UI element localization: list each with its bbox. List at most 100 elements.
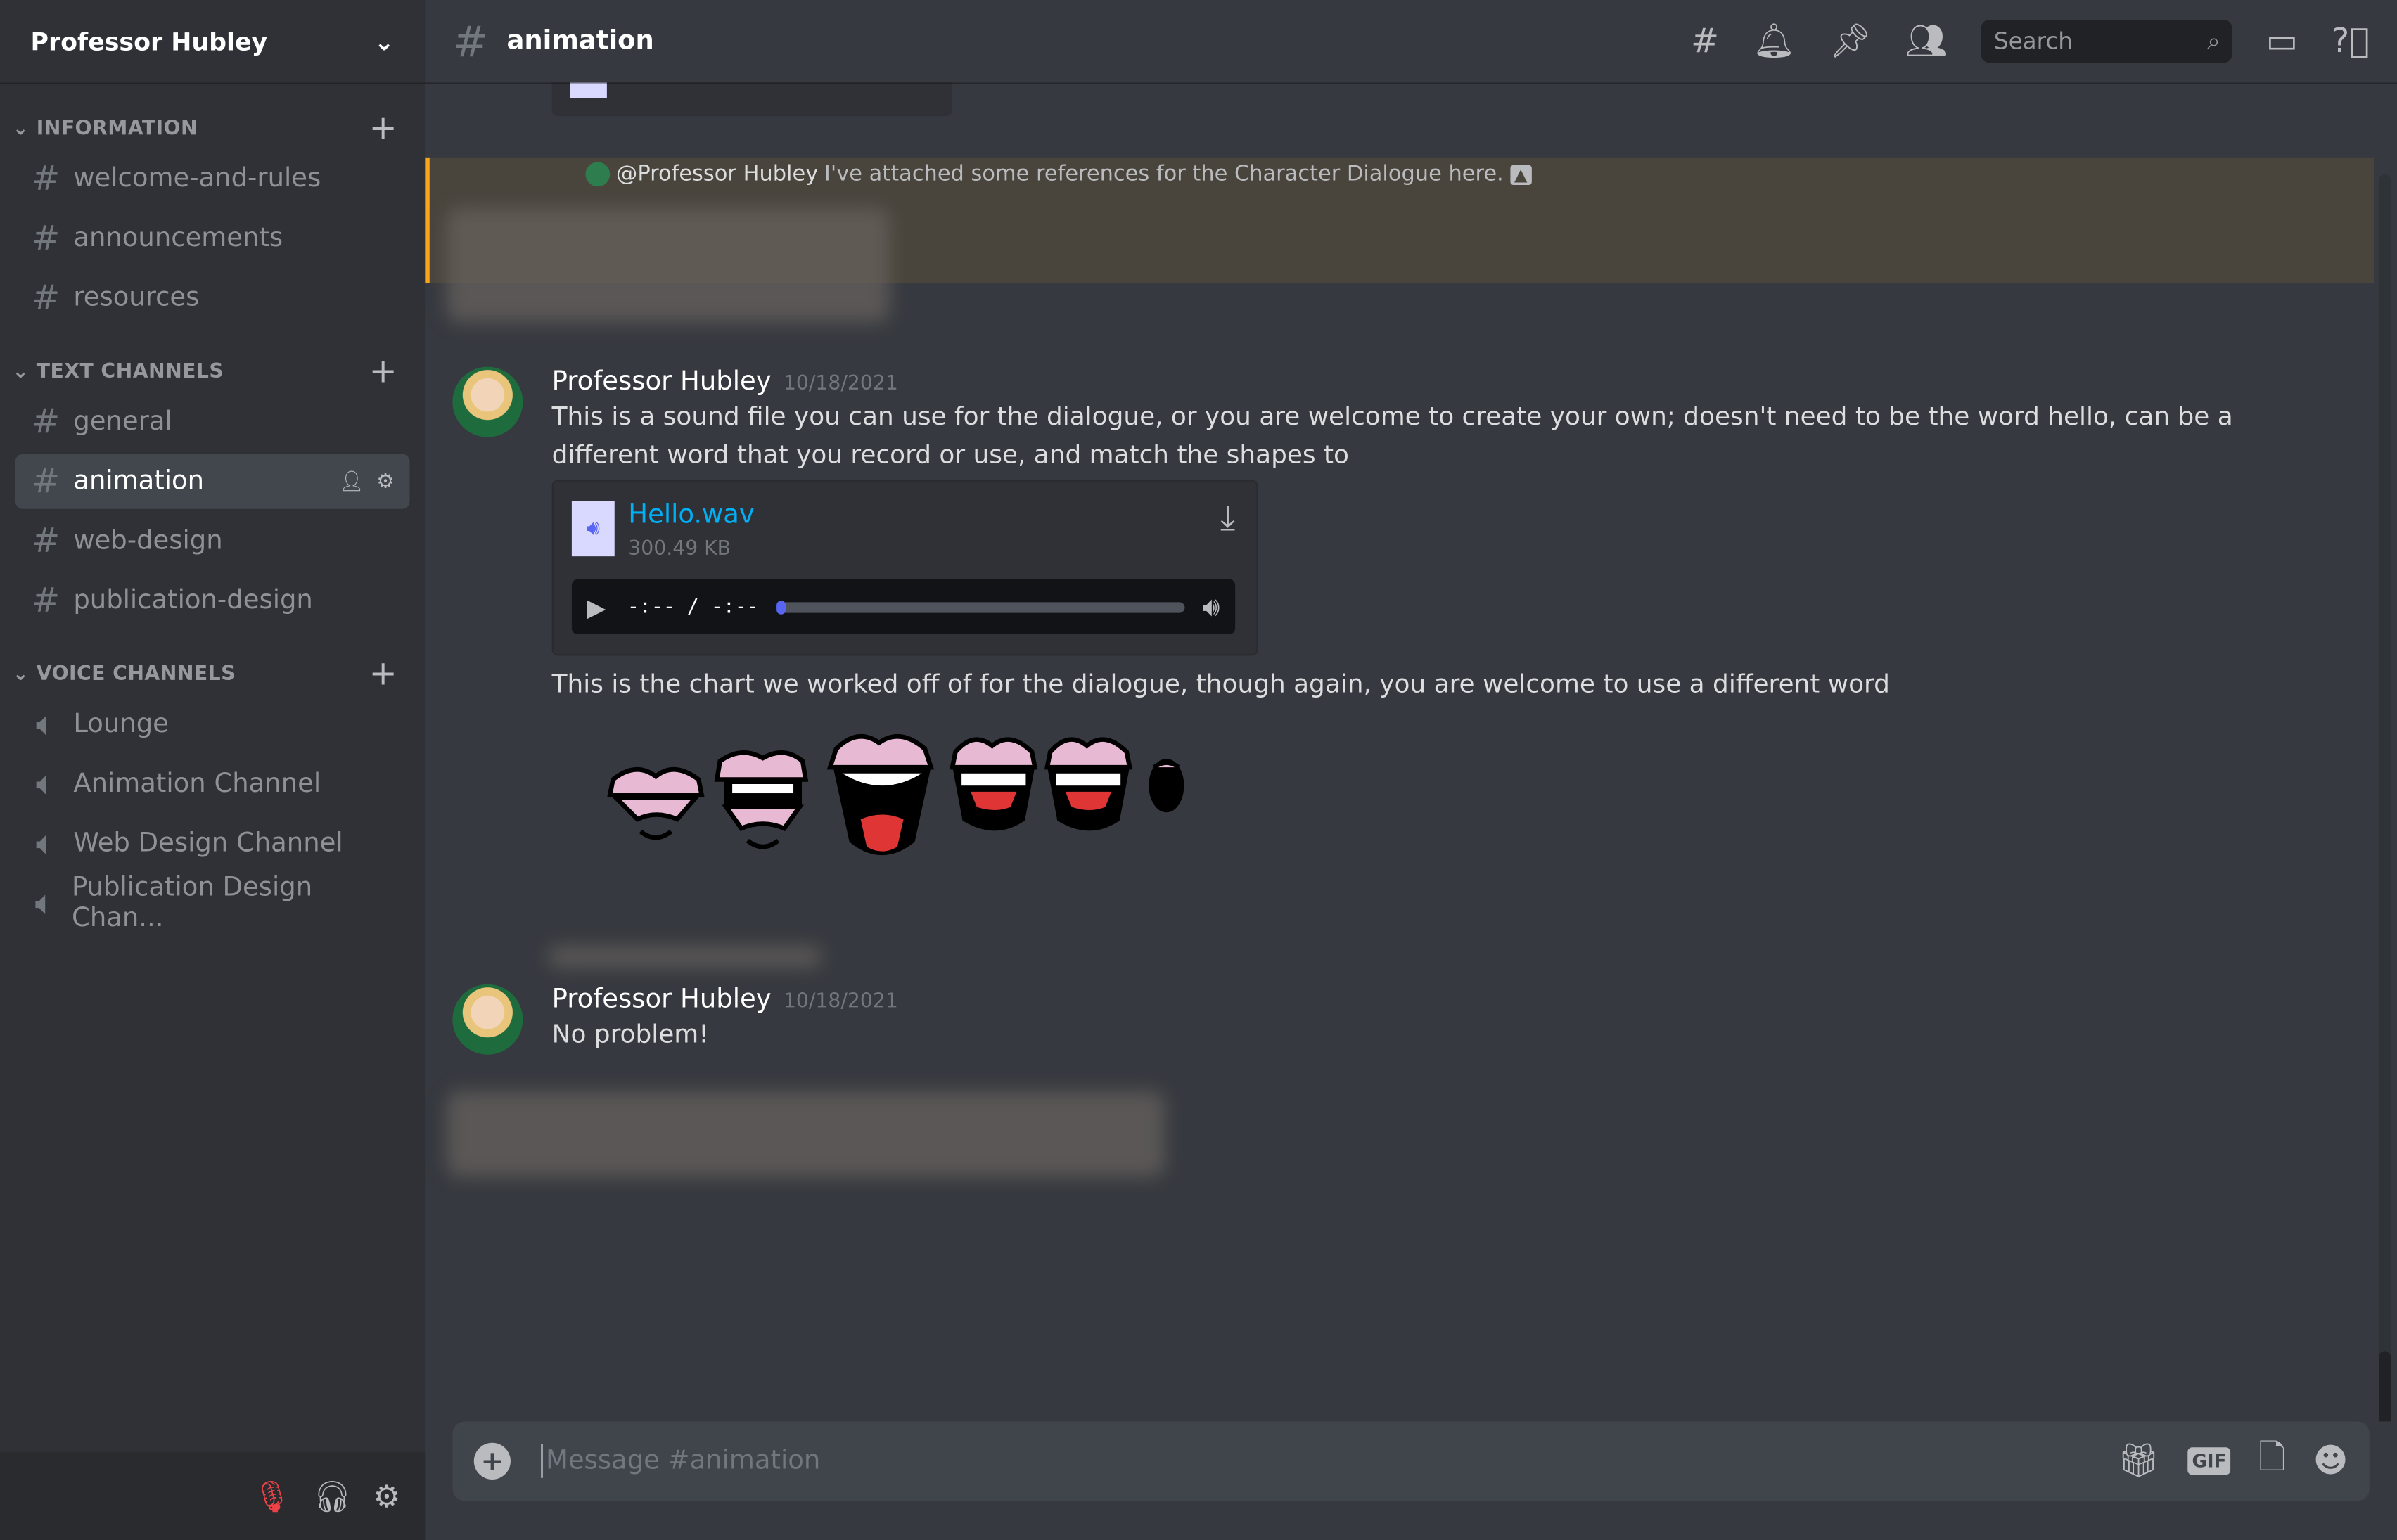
help-icon[interactable]: ?⃝ xyxy=(2332,23,2370,60)
reply-reference[interactable]: @Professor Hubley I've attached some ref… xyxy=(585,162,1532,187)
image-icon: ▲ xyxy=(1509,164,1532,184)
mute-microphone-icon[interactable]: 🎙︎ xyxy=(253,1478,291,1515)
audio-player: ▶ -:-- / -:-- 🔊︎ xyxy=(571,579,1236,635)
speaker-icon: 🔈︎ xyxy=(34,884,56,923)
inbox-icon[interactable]: ▭ xyxy=(2266,23,2298,60)
message-input[interactable] xyxy=(541,1444,2118,1478)
channel-label: Lounge xyxy=(73,709,169,740)
timestamp: 10/18/2021 xyxy=(783,990,898,1014)
sidebar-channel-publication-design-chan-[interactable]: 🔈︎ Publication Design Chan... xyxy=(15,873,410,934)
sidebar-channel-web-design[interactable]: # web-design xyxy=(15,513,410,568)
audio-attachment: 🔊︎ Hello.wav 300.49 KB ⤓ ▶ -:-- / -:-- 🔊… xyxy=(551,480,1258,656)
channel-label: web-design xyxy=(73,525,223,557)
category-header[interactable]: ⌄ VOICE CHANNELS + xyxy=(0,655,425,693)
channel-title: animation xyxy=(506,25,654,57)
message-text: No problem! xyxy=(551,1019,709,1049)
sidebar-channel-resources[interactable]: # resources xyxy=(15,271,410,326)
channel-label: Animation Channel xyxy=(73,769,321,800)
progress-knob[interactable] xyxy=(777,600,787,614)
message-text: This is the chart we worked off of for t… xyxy=(551,669,1890,699)
sidebar-channel-lounge[interactable]: 🔈︎ Lounge xyxy=(15,697,410,752)
speaker-icon: 🔈︎ xyxy=(35,824,56,863)
hash-icon: # xyxy=(32,160,60,198)
blurred-message xyxy=(446,207,890,323)
members-icon[interactable]: 👥︎ xyxy=(1905,23,1948,60)
timestamp: 10/18/2021 xyxy=(783,373,898,396)
message-composer: + 🎁︎ GIF 🗋 ☻ xyxy=(452,1421,2370,1501)
blurred-reply-reference xyxy=(547,946,823,968)
pin-icon[interactable]: 📌︎ xyxy=(1829,23,1872,60)
channel-label: announcements xyxy=(73,223,283,254)
avatar xyxy=(585,162,611,187)
channel-label: publication-design xyxy=(73,585,313,616)
category-label: ⌄ VOICE CHANNELS xyxy=(12,662,236,686)
sidebar-channel-web-design-channel[interactable]: 🔈︎ Web Design Channel xyxy=(15,816,410,871)
hash-icon: # xyxy=(32,219,60,258)
message: Professor Hubley 10/18/2021 This is a sou… xyxy=(452,366,2279,893)
sidebar-channel-animation[interactable]: # animation 👤︎ ⚙ xyxy=(15,454,410,509)
invite-icon[interactable]: 👤︎ xyxy=(339,470,364,493)
user-controls: 🎙︎ 🎧︎ ⚙ xyxy=(0,1451,426,1540)
file-icon xyxy=(570,82,607,98)
hash-icon: # xyxy=(32,522,60,560)
speaker-icon: 🔈︎ xyxy=(35,764,56,804)
channel-hash-icon: # xyxy=(452,15,489,67)
category-label: ⌄ INFORMATION xyxy=(12,117,198,140)
author-name[interactable]: Professor Hubley xyxy=(552,367,772,397)
add-attachment-button[interactable]: + xyxy=(473,1442,511,1480)
search-input[interactable]: Search ⌕ xyxy=(1981,20,2232,63)
play-icon[interactable]: ▶ xyxy=(587,592,606,621)
category-header[interactable]: ⌄ TEXT CHANNELS + xyxy=(0,352,425,390)
sidebar-channel-animation-channel[interactable]: 🔈︎ Animation Channel xyxy=(15,757,410,811)
gear-icon[interactable]: ⚙ xyxy=(373,1478,400,1515)
attachment-link[interactable]: Hello.wav xyxy=(628,500,754,530)
channel-label: Web Design Channel xyxy=(73,828,343,859)
channel-label: general xyxy=(73,406,172,437)
scrollbar-thumb[interactable] xyxy=(2378,1351,2391,1422)
gear-icon[interactable]: ⚙ xyxy=(376,470,394,493)
add-channel-icon[interactable]: + xyxy=(369,655,398,693)
headphones-icon[interactable]: 🎧︎ xyxy=(313,1478,352,1515)
channel-header: # animation # 🔔︎ 📌︎ 👥︎ Search ⌕ ▭ ?⃝ xyxy=(425,0,2397,83)
gift-icon[interactable]: 🎁︎ xyxy=(2117,1442,2160,1480)
audio-progress-slider[interactable] xyxy=(777,600,1184,614)
hash-icon: # xyxy=(32,462,60,501)
previous-attachment xyxy=(551,82,953,117)
sticker-icon[interactable]: 🗋 xyxy=(2258,1432,2285,1491)
attachment-size: 300.49 KB xyxy=(628,538,731,561)
channel-label: Publication Design Chan... xyxy=(72,873,313,935)
message-list: @Professor Hubley I've attached some ref… xyxy=(425,82,2397,1422)
category-header[interactable]: ⌄ INFORMATION + xyxy=(0,109,425,147)
mouth-shapes-chart-image[interactable] xyxy=(552,719,1194,887)
sidebar-channel-publication-design[interactable]: # publication-design xyxy=(15,573,410,628)
hash-icon: # xyxy=(32,582,60,620)
channel-sidebar: Professor Hubley ⌄ ⌄ INFORMATION + # welcom… xyxy=(0,0,426,1540)
add-channel-icon[interactable]: + xyxy=(369,109,398,147)
reply-mention: @Professor Hubley xyxy=(615,162,819,187)
author-name[interactable]: Professor Hubley xyxy=(552,984,772,1015)
audio-time: -:-- / -:-- xyxy=(627,595,759,619)
sidebar-channel-welcome-and-rules[interactable]: # welcome-and-rules xyxy=(15,151,410,206)
avatar[interactable] xyxy=(452,366,523,437)
chat-area: # animation # 🔔︎ 📌︎ 👥︎ Search ⌕ ▭ ?⃝ @Pr… xyxy=(425,0,2397,1540)
hash-icon: # xyxy=(32,402,60,442)
sidebar-channel-general[interactable]: # general xyxy=(15,394,410,449)
search-placeholder: Search xyxy=(1993,27,2073,56)
download-icon[interactable]: ⤓ xyxy=(1220,500,1235,538)
bell-icon[interactable]: 🔔︎ xyxy=(1753,23,1796,60)
channel-label: animation xyxy=(73,466,205,497)
reply-text: I've attached some references for the Ch… xyxy=(824,162,1504,187)
emoji-icon[interactable]: ☻ xyxy=(2313,1442,2348,1480)
channel-label: resources xyxy=(73,283,200,314)
avatar[interactable] xyxy=(452,984,523,1055)
scrollbar[interactable] xyxy=(2378,174,2391,1422)
server-name: Professor Hubley xyxy=(30,27,268,56)
volume-icon[interactable]: 🔊︎ xyxy=(1203,591,1220,623)
gif-button[interactable]: GIF xyxy=(2187,1447,2231,1475)
category-label: ⌄ TEXT CHANNELS xyxy=(12,359,224,383)
threads-icon[interactable]: # xyxy=(1691,23,1719,60)
add-channel-icon[interactable]: + xyxy=(369,352,398,390)
sidebar-channel-announcements[interactable]: # announcements xyxy=(15,211,410,266)
server-header[interactable]: Professor Hubley ⌄ xyxy=(0,0,425,82)
chevron-down-icon: ⌄ xyxy=(373,27,395,56)
